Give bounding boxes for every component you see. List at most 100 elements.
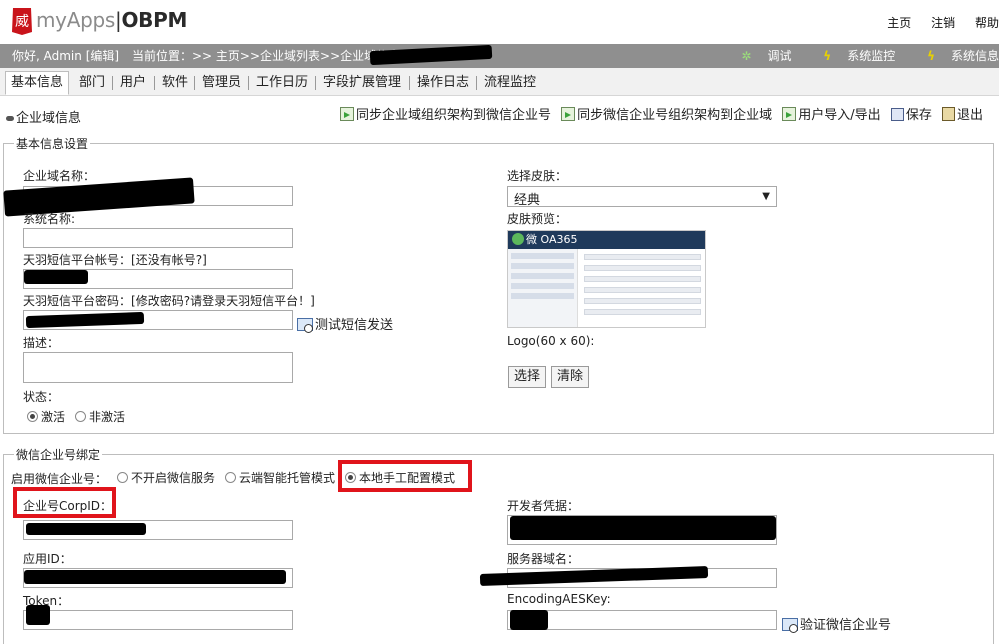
server-domain-label: 服务器域名： <box>507 552 580 566</box>
redaction <box>26 605 50 625</box>
sync-to-wechat-button[interactable]: 同步企业域组织架构到微信企业号 <box>339 104 551 123</box>
logo-icon: 威 <box>12 8 32 35</box>
tab-separator <box>112 76 113 90</box>
verify-icon <box>782 618 798 633</box>
tab-users[interactable]: 用户 <box>114 71 152 95</box>
save-icon <box>890 108 904 121</box>
gear-icon: ✲ <box>741 49 752 63</box>
tab-basic-info[interactable]: 基本信息 <box>5 71 70 95</box>
logo-myapps: myApps <box>36 8 116 32</box>
system-name-input[interactable] <box>23 228 293 248</box>
enable-wechat-label: 启用微信企业号： <box>11 472 108 486</box>
change-password-link[interactable]: [修改密码?请登录天羽短信平台！] <box>131 294 315 308</box>
choose-logo-button[interactable]: 选择 <box>508 366 547 388</box>
section-legend: 微信企业号绑定 <box>14 446 103 463</box>
skin-label: 选择皮肤： <box>507 169 568 183</box>
tab-separator <box>476 76 477 90</box>
system-name-label: 系统名称: <box>23 212 76 226</box>
sync-from-wechat-button[interactable]: 同步微信企业号组织架构到企业域 <box>561 104 772 123</box>
breadcrumb: 当前位置：>> 主页>>企业域列表>>企业域信息 <box>132 49 401 63</box>
highlight-box <box>338 460 472 492</box>
status-inactive-radio[interactable]: 非激活 <box>75 408 125 425</box>
mode-cloud-radio[interactable]: 云端智能托管模式 <box>225 469 335 486</box>
save-button[interactable]: 保存 <box>890 104 932 123</box>
lightning-icon: ϟ <box>823 49 832 63</box>
description-label: 描述： <box>23 336 60 350</box>
tab-separator <box>248 76 249 90</box>
radio-unchecked-icon <box>75 411 86 422</box>
brand-icon <box>512 233 524 245</box>
test-sms-button[interactable]: 测试短信发送 <box>297 314 393 333</box>
tab-separator <box>154 76 155 90</box>
tab-separator <box>194 76 195 90</box>
message-icon <box>297 318 313 333</box>
radio-unchecked-icon <box>225 472 236 483</box>
system-info-link[interactable]: ϟ 系统信息 <box>913 49 999 63</box>
no-account-link[interactable]: [还没有帐号?] <box>131 253 207 267</box>
tab-department[interactable]: 部门 <box>73 71 111 95</box>
developer-credentials-label: 开发者凭据： <box>507 499 580 513</box>
tab-field-extension[interactable]: 字段扩展管理 <box>317 71 407 95</box>
sms-password-label: 天羽短信平台密码：[修改密码?请登录天羽短信平台！] <box>23 294 315 308</box>
toolbar: 同步企业域组织架构到微信企业号 同步微信企业号组织架构到企业域 用户导入/导出 … <box>334 104 983 123</box>
app-logo: myApps|OBPM <box>36 8 187 32</box>
debug-link[interactable]: ✲ 调试 <box>727 49 791 63</box>
skin-preview-sidebar <box>508 249 578 327</box>
sync-icon <box>339 107 354 121</box>
sms-account-label: 天羽短信平台帐号：[还没有帐号?] <box>23 253 207 267</box>
user-greeting[interactable]: 你好, Admin [编辑] <box>12 44 119 68</box>
tab-separator <box>315 76 316 90</box>
import-export-icon <box>782 107 797 121</box>
highlight-box <box>13 487 116 518</box>
redaction <box>26 523 146 535</box>
exit-icon <box>941 107 955 121</box>
mode-off-radio[interactable]: 不开启微信服务 <box>117 469 215 486</box>
tab-separator <box>409 76 410 90</box>
system-monitor-link[interactable]: ϟ 系统监控 <box>809 49 895 63</box>
skin-preview-main <box>580 249 705 327</box>
redaction <box>510 516 776 540</box>
token-input[interactable] <box>23 610 293 630</box>
sync-icon <box>561 107 576 121</box>
home-link[interactable]: 主页 <box>887 16 911 30</box>
page-title: 企业域信息 <box>6 107 81 126</box>
skin-preview-label: 皮肤预览： <box>507 212 568 226</box>
status-tools: ✲ 调试 ϟ 系统监控 ϟ 系统信息 <box>713 44 999 68</box>
logout-link[interactable]: 注销 <box>931 16 955 30</box>
radio-checked-icon <box>27 411 38 422</box>
app-id-label: 应用ID： <box>23 552 72 566</box>
skin-preview-header: 微 OA365 <box>508 231 705 249</box>
tab-bar: 基本信息 部门 用户 软件 管理员 工作日历 字段扩展管理 操作日志 流程监控 <box>0 68 999 96</box>
logo-label: Logo(60 x 60): <box>507 334 595 348</box>
skin-preview-image: 微 OA365 <box>507 230 706 328</box>
lightning-icon: ϟ <box>927 49 935 63</box>
help-link[interactable]: 帮助 <box>975 16 999 30</box>
domain-name-label: 企业域名称： <box>23 169 96 183</box>
logo-obpm: OBPM <box>121 8 188 32</box>
status-bar: 你好, Admin [编辑] 当前位置：>> 主页>>企业域列表>>企业域信息 … <box>0 44 999 68</box>
app-header: 威 myApps|OBPM 主页 注销 帮助 <box>0 0 999 44</box>
clear-logo-button[interactable]: 清除 <box>551 366 590 388</box>
status-label: 状态： <box>23 390 60 404</box>
tab-operation-log[interactable]: 操作日志 <box>411 71 475 95</box>
exit-button[interactable]: 退出 <box>941 104 983 123</box>
aes-key-label: EncodingAESKey: <box>507 592 611 606</box>
status-active-radio[interactable]: 激活 <box>27 408 65 425</box>
redaction <box>24 570 286 584</box>
redaction <box>24 270 88 284</box>
dropdown-arrow-icon: ▼ <box>762 191 770 202</box>
description-textarea[interactable] <box>23 352 293 383</box>
user-import-export-button[interactable]: 用户导入/导出 <box>782 104 881 123</box>
title-bullet-icon <box>6 116 14 121</box>
tab-admins[interactable]: 管理员 <box>196 71 247 95</box>
skin-select[interactable]: 经典 ▼ <box>507 186 777 208</box>
verify-wechat-button[interactable]: 验证微信企业号 <box>782 614 891 633</box>
radio-unchecked-icon <box>117 472 128 483</box>
section-legend: 基本信息设置 <box>14 135 91 152</box>
svg-text:威: 威 <box>15 14 29 30</box>
tab-work-calendar[interactable]: 工作日历 <box>250 71 314 95</box>
top-links: 主页 注销 帮助 <box>871 14 999 31</box>
tab-software[interactable]: 软件 <box>156 71 194 95</box>
redaction <box>510 610 548 630</box>
tab-process-monitor[interactable]: 流程监控 <box>478 71 542 95</box>
